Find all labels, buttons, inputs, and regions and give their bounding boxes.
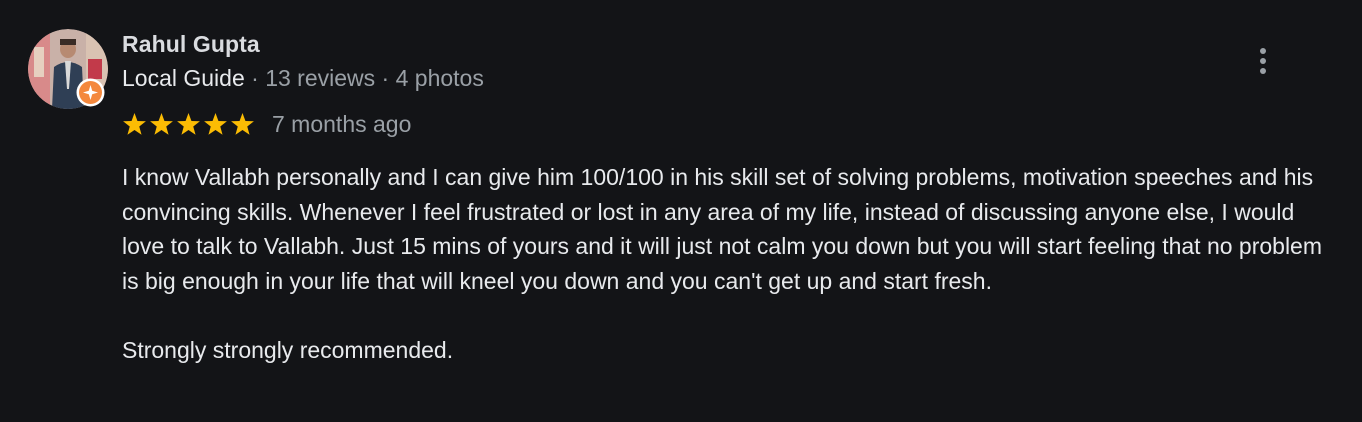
review-text: I know Vallabh personally and I can give… bbox=[122, 164, 1323, 363]
more-vert-icon bbox=[1260, 48, 1266, 74]
star-icon bbox=[204, 112, 227, 135]
star-icon bbox=[123, 112, 146, 135]
star-icon bbox=[177, 112, 200, 135]
meta-separator: · bbox=[244, 65, 266, 91]
star-rating bbox=[123, 112, 254, 135]
author-meta[interactable]: Local Guide · 13 reviews · 4 photos bbox=[122, 65, 484, 92]
photos-count: 4 photos bbox=[395, 65, 484, 91]
reviews-count: 13 reviews bbox=[265, 65, 376, 91]
rating-row: 7 months ago bbox=[122, 111, 411, 139]
star-icon bbox=[150, 112, 173, 135]
review-time: 7 months ago bbox=[272, 111, 412, 137]
more-options-button[interactable] bbox=[1255, 45, 1271, 77]
meta-separator: · bbox=[375, 65, 396, 91]
local-guide-label: Local Guide bbox=[122, 65, 245, 91]
local-guide-badge-icon bbox=[76, 78, 105, 107]
author-avatar[interactable] bbox=[28, 29, 108, 109]
star-icon bbox=[231, 112, 254, 135]
author-name[interactable]: Rahul Gupta bbox=[122, 31, 260, 58]
